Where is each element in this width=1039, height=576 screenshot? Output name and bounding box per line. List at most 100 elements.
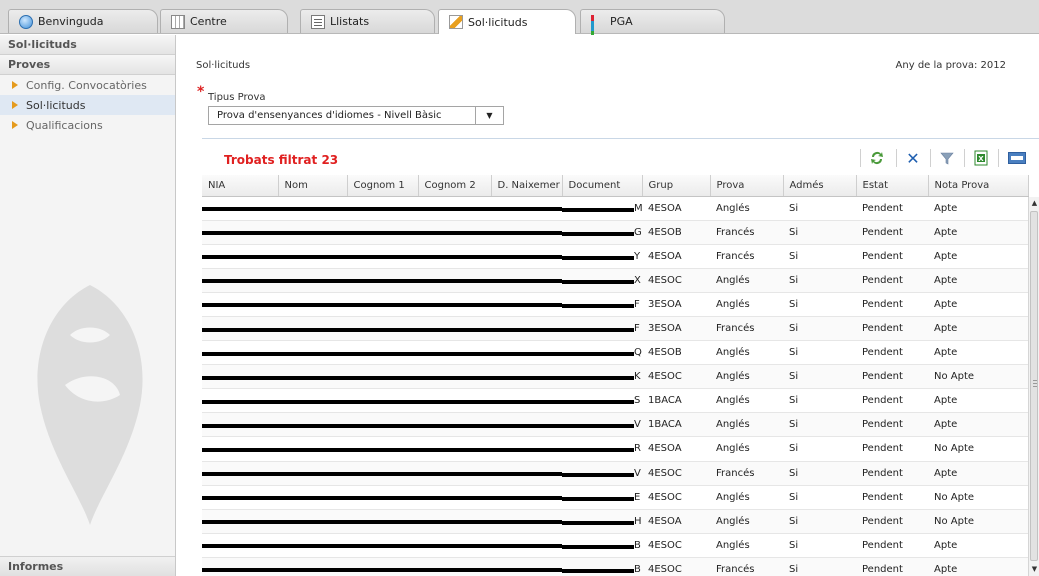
redaction-bar [347,351,418,356]
redacted-cell [278,557,347,576]
nota-cell: Apte [928,557,1028,576]
estat-cell: Pendent [856,268,928,293]
delete-button[interactable]: ✕ [902,148,924,168]
tab-sollicituds[interactable]: Sol·licituds [438,9,576,34]
table-row[interactable]: F 3ESOA Anglés Si Pendent Apte [202,292,1028,317]
toolbar-separator [896,149,897,167]
table-row[interactable]: K 4ESOC Anglés Si Pendent No Apte [202,364,1028,390]
grup-cell: 4ESOA [642,436,710,462]
bullet-arrow-icon [12,81,18,89]
column-header[interactable]: Nom [278,175,348,197]
admes-cell: Si [783,340,856,366]
redacted-cell: G [562,220,642,245]
redaction-bar [491,472,562,477]
redaction-bar [278,447,347,452]
column-header[interactable]: Cognom 2 [418,175,492,197]
column-header[interactable]: Nota Prova [928,175,1029,197]
column-header[interactable]: NIA [202,175,279,197]
sidebar-item-config-convocatories[interactable]: Config. Convocatòries [0,75,175,95]
sidebar-item-label: Qualificacions [26,118,103,132]
document-suffix: M [634,202,642,214]
redaction-bar [202,351,278,356]
vertical-scrollbar[interactable]: ▲ ▼ [1028,197,1039,576]
redacted-cell [278,509,347,534]
tab-benvinguda[interactable]: Benvinguda [8,9,158,33]
redaction-bar [562,448,634,453]
redacted-cell [491,461,562,486]
bullet-arrow-icon [12,121,18,129]
estat-cell: Pendent [856,461,928,486]
redacted-cell [278,461,347,486]
column-header[interactable]: Grup [642,175,711,197]
scrollbar-thumb[interactable] [1030,211,1038,561]
prova-cell: Anglés [710,196,783,221]
column-header[interactable]: Prova [710,175,784,197]
redaction-bar [347,447,418,452]
table-row[interactable]: Y 4ESOA Francés Si Pendent Apte [202,244,1028,269]
redaction-bar [202,423,278,428]
redacted-cell [347,436,418,462]
redaction-bar [562,328,634,333]
prova-cell: Anglés [710,509,783,534]
column-header[interactable]: Admés [783,175,857,197]
sidebar-header-sollicituds[interactable]: Sol·licituds [0,35,175,55]
table-row[interactable]: F 3ESOA Francés Si Pendent Apte [202,316,1028,342]
redaction-bar [347,231,418,236]
scroll-up-arrow-icon[interactable]: ▲ [1030,199,1039,209]
redaction-bar [491,207,562,212]
sidebar-item-sollicituds[interactable]: Sol·licituds [0,95,175,115]
table-row[interactable]: M 4ESOA Anglés Si Pendent Apte [202,196,1028,221]
redaction-bar [278,520,347,525]
column-header[interactable]: D. Naixemer [491,175,563,197]
redacted-cell [278,268,347,293]
tipus-prova-value: Prova d'ensenyances d'idiomes - Nivell B… [217,110,442,121]
table-row[interactable]: R 4ESOA Anglés Si Pendent No Apte [202,436,1028,462]
export-html-button[interactable] [1006,148,1028,168]
table-row[interactable]: B 4ESOC Francés Si Pendent Apte [202,557,1028,576]
redacted-cell [202,557,278,576]
grid-toolbar: Trobats filtrat 23 ✕ X [202,139,1039,175]
admes-cell: Si [783,461,856,486]
redaction-bar [562,424,634,429]
tab-pga[interactable]: PGA [580,9,725,52]
export-excel-button[interactable]: X [970,148,992,168]
redacted-cell [278,220,347,245]
table-row[interactable]: S 1BACA Anglés Si Pendent Apte [202,388,1028,414]
sidebar-item-qualificacions[interactable]: Qualificacions [0,115,175,135]
redacted-cell [491,316,562,342]
redaction-bar [202,496,278,501]
redaction-bar [562,352,634,357]
tab-llistats[interactable]: Llistats [300,9,435,33]
tab-centre[interactable]: Centre [160,9,288,33]
table-header-row: NIA Nom Cognom 1 Cognom 2 D. Naixemer Documen… [202,175,1029,197]
table-row[interactable]: E 4ESOC Anglés Si Pendent No Apte [202,485,1028,510]
filter-icon [940,152,954,165]
table-row[interactable]: H 4ESOA Anglés Si Pendent No Apte [202,509,1028,534]
column-header[interactable]: Estat [856,175,929,197]
table-row[interactable]: Q 4ESOB Anglés Si Pendent Apte [202,340,1028,366]
filter-button[interactable] [936,148,958,168]
refresh-button[interactable] [866,148,888,168]
redacted-cell: V [562,461,642,486]
document-suffix: F [634,322,640,334]
redaction-bar [278,255,347,260]
table-row[interactable]: V 4ESOC Francés Si Pendent Apte [202,461,1028,486]
table-row[interactable]: B 4ESOC Anglés Si Pendent Apte [202,533,1028,558]
sidebar-header-proves[interactable]: Proves [0,55,175,75]
table-row[interactable]: V 1BACA Anglés Si Pendent Apte [202,412,1028,438]
redacted-cell: M [562,196,642,221]
redacted-cell [491,268,562,293]
estat-cell: Pendent [856,412,928,438]
scroll-down-arrow-icon[interactable]: ▼ [1030,565,1039,575]
column-header[interactable]: Cognom 1 [347,175,419,197]
grup-cell: 4ESOA [642,509,710,534]
nota-cell: Apte [928,316,1028,342]
sidebar-footer-informes[interactable]: Informes [0,556,175,576]
table-row[interactable]: G 4ESOB Francés Si Pendent Apte [202,220,1028,245]
tipus-prova-select[interactable]: Prova d'ensenyances d'idiomes - Nivell B… [208,106,504,125]
dropdown-arrow-icon[interactable]: ▼ [475,107,503,124]
table-row[interactable]: X 4ESOC Anglés Si Pendent Apte [202,268,1028,293]
redaction-bar [491,447,562,452]
estat-cell: Pendent [856,364,928,390]
column-header[interactable]: Document [562,175,643,197]
